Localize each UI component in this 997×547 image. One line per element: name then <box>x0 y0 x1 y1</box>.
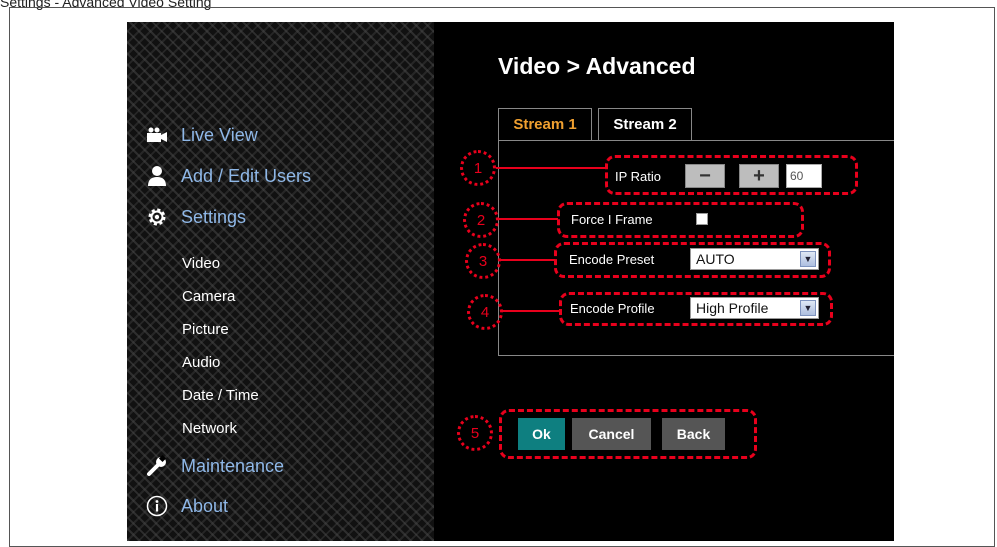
callout-box-1 <box>605 155 858 195</box>
nav-sub-audio[interactable]: Audio <box>182 354 220 371</box>
wrench-icon <box>145 454 169 478</box>
nav-add-edit-users[interactable]: Add / Edit Users <box>145 163 311 189</box>
info-icon <box>145 494 169 518</box>
nav-sub-video[interactable]: Video <box>182 255 220 272</box>
tab-stream-2[interactable]: Stream 2 <box>598 108 692 140</box>
callout-box-5 <box>499 409 757 459</box>
nav-live-view-label: Live View <box>181 124 258 145</box>
nav-add-edit-users-label: Add / Edit Users <box>181 165 312 186</box>
nav-sub-network[interactable]: Network <box>182 420 237 437</box>
nav-settings-label: Settings <box>181 206 247 227</box>
callout-box-4 <box>559 292 833 326</box>
callout-box-2 <box>557 202 804 238</box>
nav-sub-camera[interactable]: Camera <box>182 288 235 305</box>
callout-leader-4 <box>501 310 560 312</box>
callout-number-5: 5 <box>457 415 493 451</box>
callout-leader-2 <box>497 218 558 220</box>
nav-live-view[interactable]: Live View <box>145 122 258 148</box>
video-camera-icon <box>145 123 169 147</box>
nav-sub-picture[interactable]: Picture <box>182 321 229 338</box>
nav-sub-date-time[interactable]: Date / Time <box>182 387 259 404</box>
callout-number-2: 2 <box>463 202 499 238</box>
nav-about[interactable]: About <box>145 493 228 519</box>
nav-maintenance[interactable]: Maintenance <box>145 453 284 479</box>
nav-about-label: About <box>181 495 229 516</box>
user-icon <box>145 164 169 188</box>
page-title: Video > Advanced <box>498 53 696 79</box>
nav-maintenance-label: Maintenance <box>181 455 285 476</box>
callout-box-3 <box>554 242 831 278</box>
callout-number-3: 3 <box>465 243 501 279</box>
callout-leader-3 <box>500 259 555 261</box>
callout-number-4: 4 <box>467 294 503 330</box>
gear-icon <box>145 205 169 229</box>
camera-web-ui: Live View Add / Edit Users Settings Vide… <box>127 22 894 541</box>
callout-number-1: 1 <box>460 150 496 186</box>
nav-settings[interactable]: Settings <box>145 204 246 230</box>
sidebar: Live View Add / Edit Users Settings Vide… <box>127 22 434 541</box>
tab-stream-1[interactable]: Stream 1 <box>498 108 592 140</box>
callout-leader-1 <box>496 167 606 169</box>
